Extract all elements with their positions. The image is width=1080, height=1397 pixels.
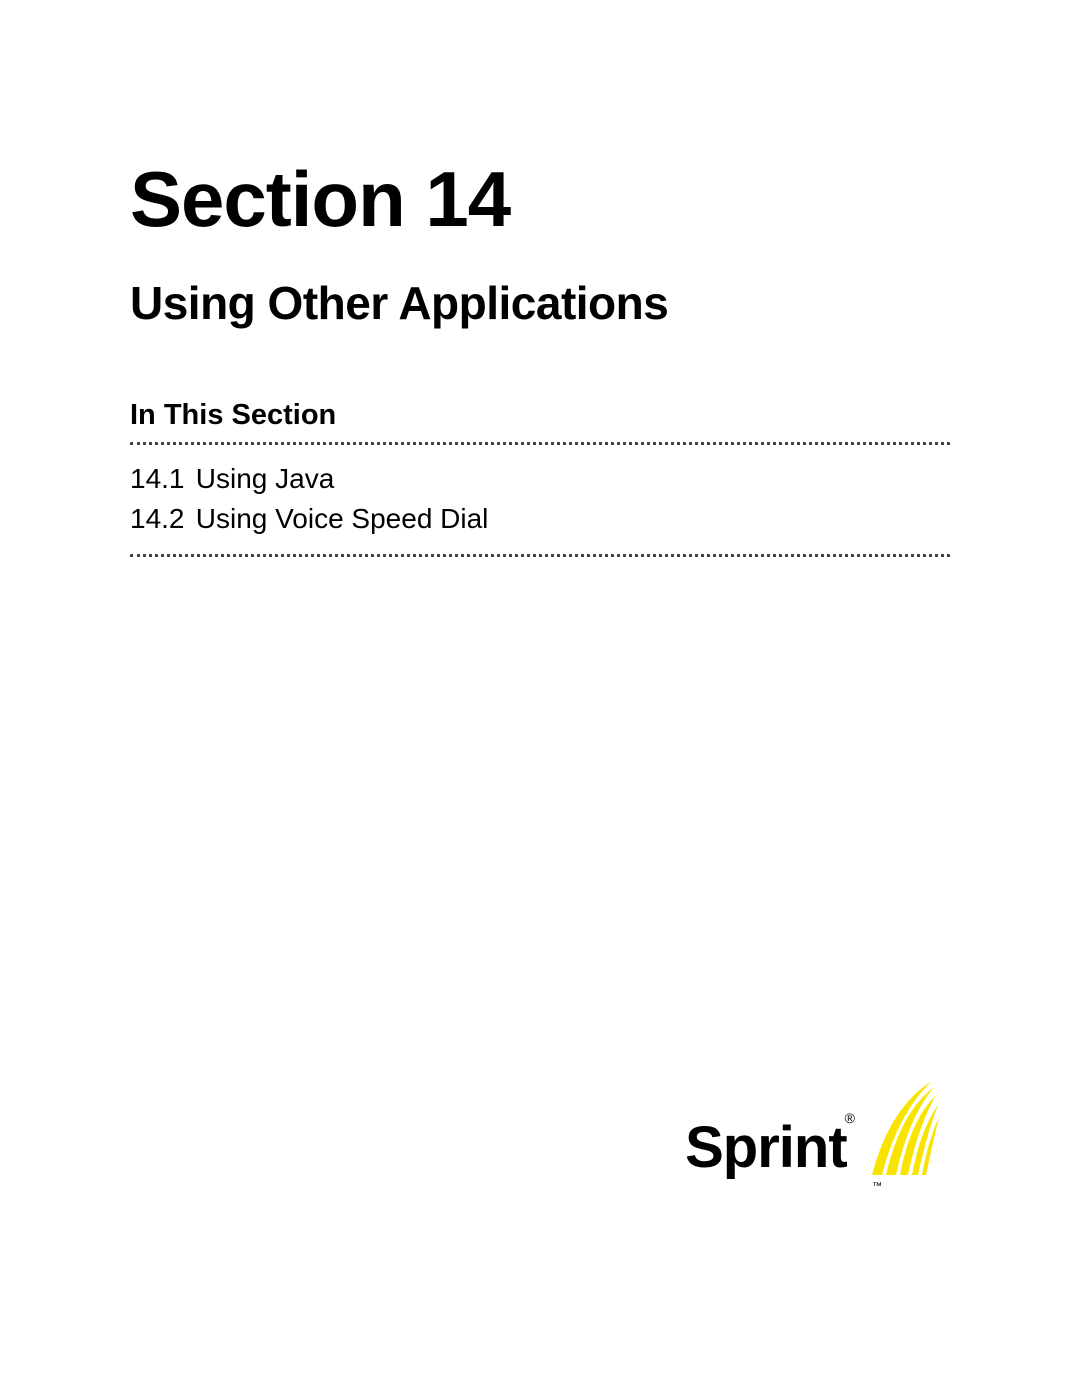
document-page: Section 14 Using Other Applications In T… (0, 0, 1080, 1397)
trademark-mark: ™ (872, 1181, 882, 1192)
section-title: Using Other Applications (130, 278, 950, 329)
toc-item-title: Using Voice Speed Dial (196, 503, 489, 534)
registered-mark: ® (845, 1110, 854, 1126)
brand-logo: Sprint® ™ (685, 1077, 940, 1177)
toc-item-number: 14.2 (130, 499, 188, 540)
toc-item-title: Using Java (196, 463, 335, 494)
toc-list: 14.1 Using Java 14.2 Using Voice Speed D… (130, 459, 950, 540)
divider-top (130, 442, 950, 445)
toc-item: 14.2 Using Voice Speed Dial (130, 499, 950, 540)
brand-name: Sprint (685, 1115, 847, 1180)
brand-wordmark: Sprint® (685, 1119, 856, 1177)
toc-item: 14.1 Using Java (130, 459, 950, 500)
divider-bottom (130, 554, 950, 557)
sprint-fan-icon: ™ (870, 1077, 940, 1177)
toc-item-number: 14.1 (130, 459, 188, 500)
section-number-heading: Section 14 (130, 160, 950, 238)
in-this-section-heading: In This Section (130, 399, 950, 432)
